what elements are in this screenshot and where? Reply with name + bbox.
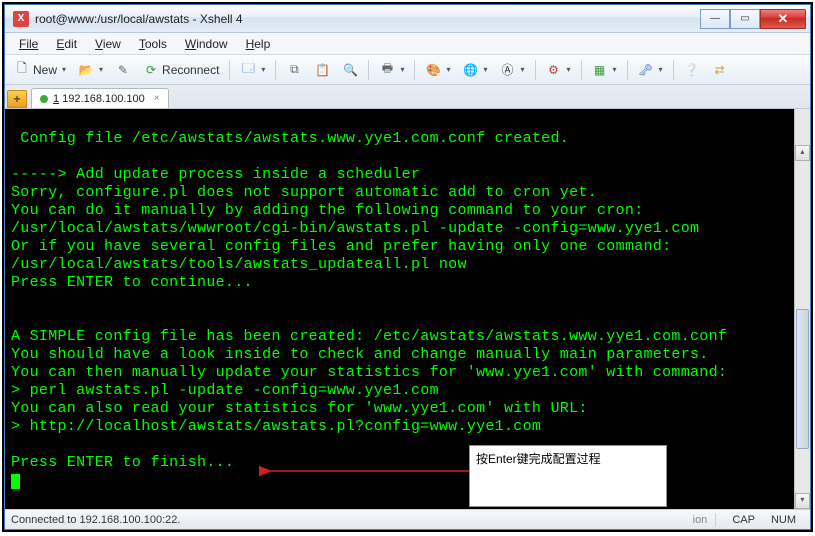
font-button[interactable]: Ⓐ▾ xyxy=(494,58,529,82)
terminal-line: You should have a look inside to check a… xyxy=(11,346,709,363)
minimize-button[interactable]: — xyxy=(700,9,730,29)
terminal-line: > http://localhost/awstats/awstats.pl?co… xyxy=(11,418,541,435)
scroll-down-button[interactable]: ▾ xyxy=(795,493,810,509)
toolbar: 🗋New▾ 📂▾ ✎ ⟳Reconnect 🗔▾ ⧉ 📋 🔍 🖶▾ 🎨▾ 🌐▾ … xyxy=(5,55,810,85)
open-button[interactable]: 📂▾ xyxy=(73,58,108,82)
terminal-line: > perl awstats.pl -update -config=www.yy… xyxy=(11,382,439,399)
num-indicator: NUM xyxy=(763,514,804,526)
tab-bar: + 1 192.168.100.100 × xyxy=(5,85,810,109)
ftp-button[interactable]: ⇄ xyxy=(707,58,733,82)
new-icon: 🗋 xyxy=(14,62,30,78)
properties-icon: 🗔 xyxy=(240,62,256,78)
terminal-line: You can then manually update your statis… xyxy=(11,364,727,381)
script-button[interactable]: ⚙▾ xyxy=(541,58,576,82)
terminal-line: You can do it manually by adding the fol… xyxy=(11,202,644,219)
terminal-line: Or if you have several config files and … xyxy=(11,238,671,255)
session-tab[interactable]: 1 192.168.100.100 × xyxy=(31,88,169,108)
folder-open-icon: 📂 xyxy=(78,62,94,78)
wand-icon: ✎ xyxy=(115,62,131,78)
printer-icon: 🖶 xyxy=(379,62,395,78)
add-tab-button[interactable]: + xyxy=(7,90,27,108)
paste-button[interactable]: 📋 xyxy=(309,58,335,82)
titlebar[interactable]: X root@www:/usr/local/awstats - Xshell 4… xyxy=(5,5,810,33)
tab-label: 1 192.168.100.100 xyxy=(53,93,145,105)
terminal-line: Sorry, configure.pl does not support aut… xyxy=(11,184,597,201)
tile-button[interactable]: ▦▾ xyxy=(587,58,622,82)
close-button[interactable]: ✕ xyxy=(760,9,806,29)
status-bar: Connected to 192.168.100.100:22. ion CAP… xyxy=(5,509,810,529)
palette-icon: 🎨 xyxy=(425,62,441,78)
font-icon: Ⓐ xyxy=(499,62,515,78)
wizard-button[interactable]: ✎ xyxy=(110,58,136,82)
terminal-line: Press ENTER to finish... xyxy=(11,454,234,471)
app-window: X root@www:/usr/local/awstats - Xshell 4… xyxy=(4,4,811,530)
terminal-line: A SIMPLE config file has been created: /… xyxy=(11,328,727,345)
search-icon: 🔍 xyxy=(342,62,358,78)
annotation-box: 按Enter键完成配置过程 xyxy=(469,445,667,507)
find-button[interactable]: 🔍 xyxy=(337,58,363,82)
copy-button[interactable]: ⧉ xyxy=(281,58,307,82)
app-icon: X xyxy=(13,11,29,27)
color-button[interactable]: 🎨▾ xyxy=(420,58,455,82)
paste-icon: 📋 xyxy=(314,62,330,78)
menu-window[interactable]: Window xyxy=(177,35,236,53)
menu-edit[interactable]: Edit xyxy=(48,35,85,53)
terminal-line: -----> Add update process inside a sched… xyxy=(11,166,420,183)
terminal-line: /usr/local/awstats/tools/awstats_updatea… xyxy=(11,256,467,273)
lock-button[interactable]: 🗝▾ xyxy=(633,58,668,82)
menu-tools[interactable]: Tools xyxy=(131,35,175,53)
status-fragment: ion xyxy=(693,514,708,526)
window-title: root@www:/usr/local/awstats - Xshell 4 xyxy=(35,12,700,26)
chevron-down-icon: ▾ xyxy=(62,65,66,74)
globe-icon: 🌐 xyxy=(462,62,478,78)
new-button[interactable]: 🗋New▾ xyxy=(9,58,71,82)
terminal-line: /usr/local/awstats/wwwroot/cgi-bin/awsta… xyxy=(11,220,699,237)
terminal-line: Config file /etc/awstats/awstats.www.yye… xyxy=(11,130,569,147)
chevron-down-icon: ▾ xyxy=(99,65,103,74)
maximize-button[interactable]: ▭ xyxy=(730,9,760,29)
menu-view[interactable]: View xyxy=(87,35,129,53)
reconnect-button[interactable]: ⟳Reconnect xyxy=(138,58,224,82)
scroll-thumb[interactable] xyxy=(796,309,809,449)
annotation-text: 按Enter键完成配置过程 xyxy=(476,452,601,466)
tab-close-icon[interactable]: × xyxy=(154,93,160,104)
help-icon: ❔ xyxy=(684,62,700,78)
menu-help[interactable]: Help xyxy=(238,35,279,53)
scrollbar[interactable]: ▴ ▾ xyxy=(794,109,810,509)
copy-icon: ⧉ xyxy=(286,62,302,78)
script-icon: ⚙ xyxy=(546,62,562,78)
reconnect-icon: ⟳ xyxy=(143,62,159,78)
menubar: File Edit View Tools Window Help xyxy=(5,33,810,55)
properties-button[interactable]: 🗔▾ xyxy=(235,58,270,82)
encode-button[interactable]: 🌐▾ xyxy=(457,58,492,82)
help-button[interactable]: ❔ xyxy=(679,58,705,82)
print-button[interactable]: 🖶▾ xyxy=(374,58,409,82)
grid-icon: ▦ xyxy=(592,62,608,78)
transfer-icon: ⇄ xyxy=(712,62,728,78)
status-dot-icon xyxy=(40,95,48,103)
scroll-up-button[interactable]: ▴ xyxy=(795,145,810,161)
terminal[interactable]: Config file /etc/awstats/awstats.www.yye… xyxy=(5,109,810,509)
terminal-line: Press ENTER to continue... xyxy=(11,274,253,291)
terminal-line: You can also read your statistics for 'w… xyxy=(11,400,588,417)
status-connection: Connected to 192.168.100.100:22. xyxy=(11,514,180,526)
terminal-cursor xyxy=(11,474,20,489)
lock-icon: 🗝 xyxy=(638,62,654,78)
cap-indicator: CAP xyxy=(724,514,763,526)
menu-file[interactable]: File xyxy=(11,35,46,53)
